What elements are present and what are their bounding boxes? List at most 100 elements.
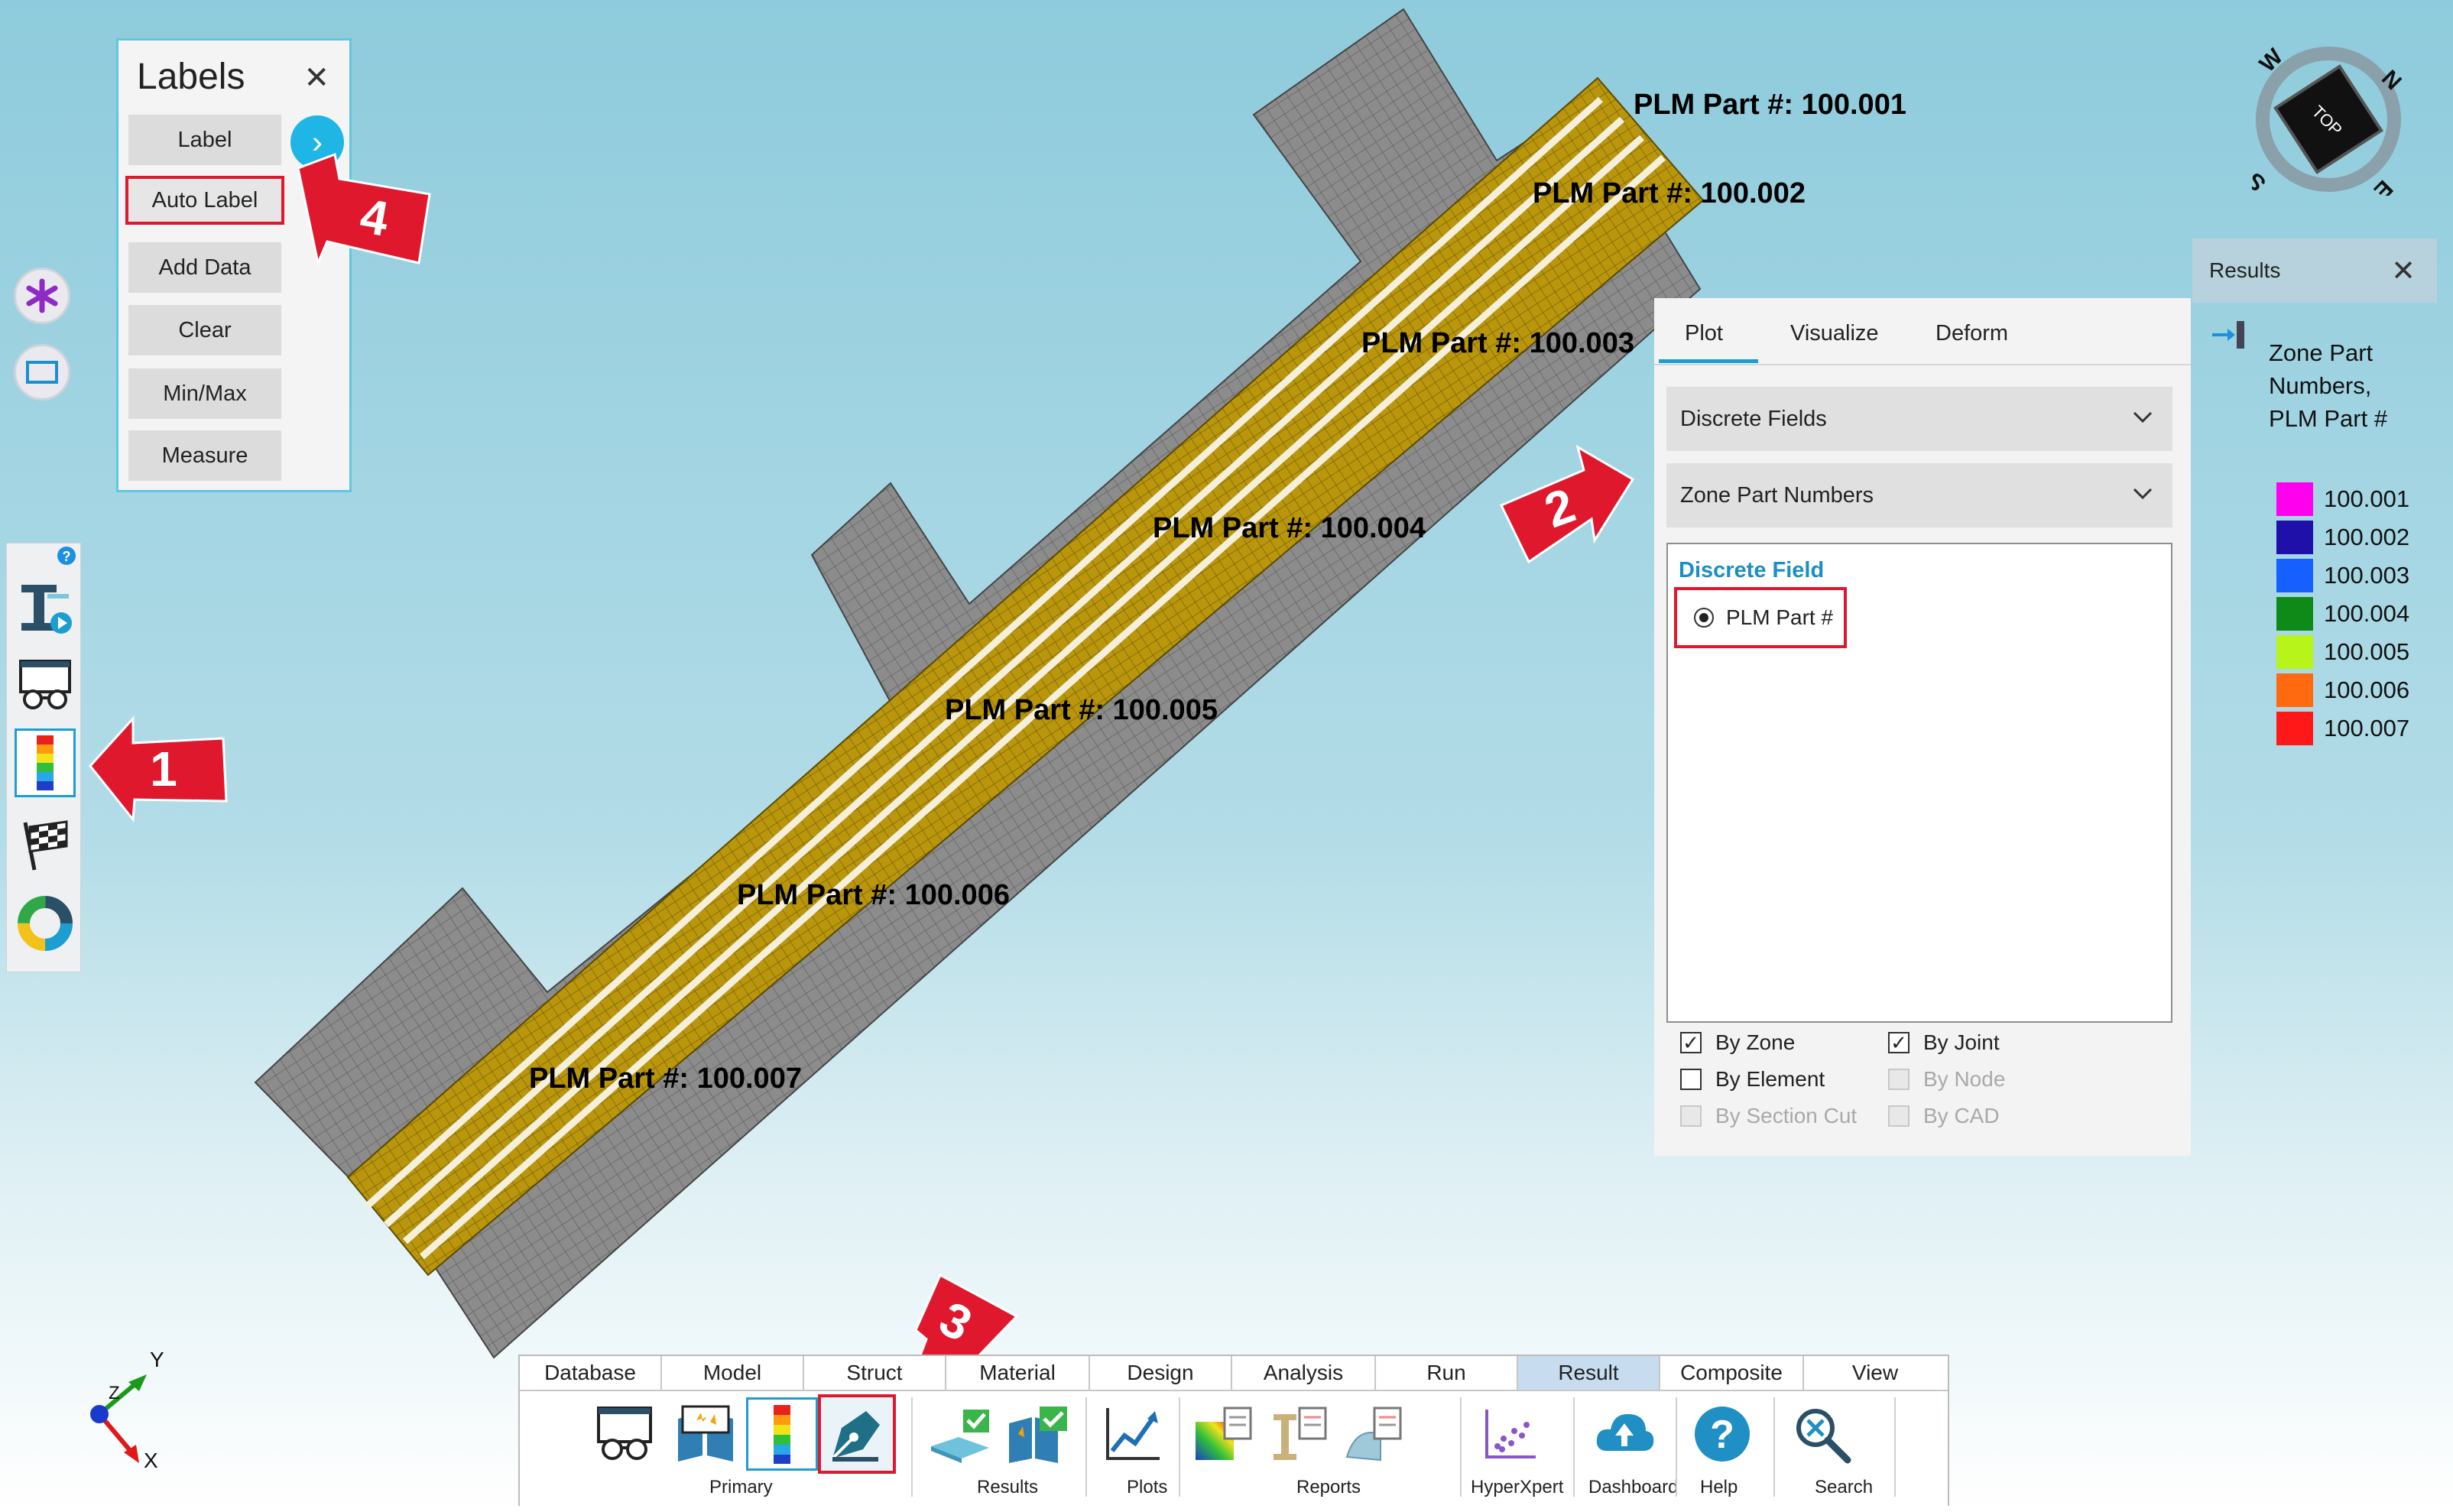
by-element-checkbox[interactable]: By Element xyxy=(1680,1067,1825,1092)
by-joint-checkbox[interactable]: ✓ By Joint xyxy=(1888,1030,2000,1055)
plots-button[interactable] xyxy=(1096,1397,1168,1471)
plate-check-icon xyxy=(931,1410,989,1463)
review-ribbon-button[interactable] xyxy=(589,1397,660,1471)
axis-triad: Y Z X xyxy=(90,1348,164,1472)
radio-selected-icon xyxy=(1694,608,1714,628)
chevron-down-icon xyxy=(2133,411,2153,423)
tab-deform[interactable]: Deform xyxy=(1935,321,2008,346)
clear-button[interactable]: Clear xyxy=(128,305,281,355)
svg-text:E: E xyxy=(2369,175,2397,196)
scatter-plot-icon xyxy=(1485,1410,1536,1458)
asterisk-tool-button[interactable] xyxy=(14,268,70,324)
tab-view[interactable]: View xyxy=(1804,1356,1946,1390)
legend-label: 100.004 xyxy=(2324,600,2410,627)
results-check-button[interactable] xyxy=(925,1397,997,1471)
view-compass[interactable]: TOP N W S E xyxy=(2252,43,2405,196)
color-wheel-tool[interactable] xyxy=(15,889,76,958)
svg-text:1: 1 xyxy=(150,741,177,797)
group-primary-label: Primary xyxy=(709,1477,773,1497)
legend-swatch xyxy=(2276,482,2313,516)
svg-text:X: X xyxy=(144,1449,158,1472)
finish-tool[interactable] xyxy=(15,811,76,880)
field-type-dropdown[interactable]: Discrete Fields xyxy=(1666,387,2172,451)
pen-nib-icon xyxy=(831,1411,880,1462)
ribbon-body: Primary Results Plots Reports HyperXpert… xyxy=(520,1390,1948,1506)
contour-plot-tool[interactable] xyxy=(15,728,76,797)
group-dashboard-label: Dashboard xyxy=(1588,1477,1679,1497)
labels-panel-title: Labels xyxy=(137,57,245,97)
panels-check-icon xyxy=(1009,1407,1067,1463)
search-button[interactable] xyxy=(1786,1397,1858,1471)
field-type-value: Discrete Fields xyxy=(1680,406,1827,431)
report-shape-button[interactable] xyxy=(1338,1397,1410,1471)
results-header: Results ✕ xyxy=(2192,238,2437,303)
results-close-icon[interactable]: ✕ xyxy=(2391,254,2416,288)
legend-pin-icon[interactable] xyxy=(2211,318,2247,352)
tab-analysis[interactable]: Analysis xyxy=(1232,1356,1376,1390)
plm-part-radio-label: PLM Part # xyxy=(1726,605,1834,629)
auto-label-button[interactable]: Auto Label xyxy=(125,176,284,225)
svg-text:?: ? xyxy=(1710,1413,1734,1457)
results-summary-button[interactable] xyxy=(1001,1397,1073,1471)
svg-text:Y: Y xyxy=(150,1348,164,1371)
asterisk-icon xyxy=(26,278,58,313)
legend-entry: 100.001 xyxy=(2276,482,2409,517)
window-select-button[interactable] xyxy=(14,344,70,401)
min-max-button[interactable]: Min/Max xyxy=(128,368,281,419)
dashboard-button[interactable] xyxy=(1588,1397,1660,1471)
tab-result[interactable]: Result xyxy=(1518,1356,1660,1390)
labels-ribbon-button[interactable] xyxy=(818,1394,896,1474)
hyperxpert-button[interactable] xyxy=(1474,1397,1546,1471)
tab-composite[interactable]: Composite xyxy=(1660,1356,1804,1390)
tab-material[interactable]: Material xyxy=(946,1356,1090,1390)
tab-model[interactable]: Model xyxy=(662,1356,804,1390)
part-label-100006: PLM Part #: 100.006 xyxy=(737,879,1010,911)
tab-design[interactable]: Design xyxy=(1090,1356,1232,1390)
group-help-label: Help xyxy=(1700,1477,1738,1497)
add-data-button[interactable]: Add Data xyxy=(128,242,281,293)
help-button[interactable]: ? xyxy=(1686,1397,1758,1471)
field-dropdown[interactable]: Zone Part Numbers xyxy=(1666,463,2172,527)
legend-label: 100.006 xyxy=(2324,677,2410,703)
tab-visualize[interactable]: Visualize xyxy=(1790,321,1879,346)
report-beam-icon xyxy=(1274,1407,1327,1460)
measure-button[interactable]: Measure xyxy=(128,430,281,481)
svg-text:?: ? xyxy=(63,549,71,564)
group-reports-label: Reports xyxy=(1296,1477,1361,1497)
tab-struct[interactable]: Struct xyxy=(804,1356,946,1390)
checkmark-icon: ✓ xyxy=(1680,1032,1702,1053)
legend-swatch xyxy=(2276,597,2313,631)
review-tool[interactable] xyxy=(15,651,76,719)
labels-close-icon[interactable]: ✕ xyxy=(303,60,329,96)
cloud-upload-icon xyxy=(1596,1413,1654,1451)
contour-ribbon-button[interactable] xyxy=(746,1397,818,1471)
legend-swatch xyxy=(2276,712,2313,745)
chevron-down-icon xyxy=(2133,488,2153,500)
group-hyperxpert-label: HyperXpert xyxy=(1471,1477,1564,1497)
discrete-field-list: Discrete Field PLM Part # xyxy=(1666,543,2172,1023)
by-zone-checkbox[interactable]: ✓ By Zone xyxy=(1680,1030,1795,1055)
tab-plot[interactable]: Plot xyxy=(1685,321,1723,346)
report-contour-button[interactable] xyxy=(1188,1397,1260,1471)
help-badge-icon[interactable]: ? xyxy=(56,545,77,566)
failure-ribbon-button[interactable] xyxy=(670,1397,741,1471)
checkered-flag-icon xyxy=(23,820,68,871)
callout-1: 1 xyxy=(89,715,228,823)
plm-part-radio[interactable]: PLM Part # xyxy=(1674,587,1847,648)
legend-entry: 100.004 xyxy=(2276,596,2409,631)
composite-strip[interactable] xyxy=(346,76,1705,1277)
part-label-100002: PLM Part #: 100.002 xyxy=(1533,177,1806,209)
report-beam-button[interactable] xyxy=(1263,1397,1335,1471)
text-info-tool[interactable] xyxy=(15,574,76,643)
legend-entry: 100.005 xyxy=(2276,634,2409,670)
color-ring-icon xyxy=(18,896,73,951)
legend-label: 100.005 xyxy=(2324,638,2410,665)
legend-label: 100.002 xyxy=(2324,524,2410,550)
plot-panel: Plot Visualize Deform Discrete Fields Zo… xyxy=(1654,298,2191,1156)
tab-run[interactable]: Run xyxy=(1376,1356,1518,1390)
label-button[interactable]: Label xyxy=(128,115,281,165)
part-label-100001: PLM Part #: 100.001 xyxy=(1634,89,1906,121)
tab-database[interactable]: Database xyxy=(520,1356,662,1390)
line-chart-icon xyxy=(1106,1408,1160,1460)
svg-text:S: S xyxy=(2252,167,2271,196)
